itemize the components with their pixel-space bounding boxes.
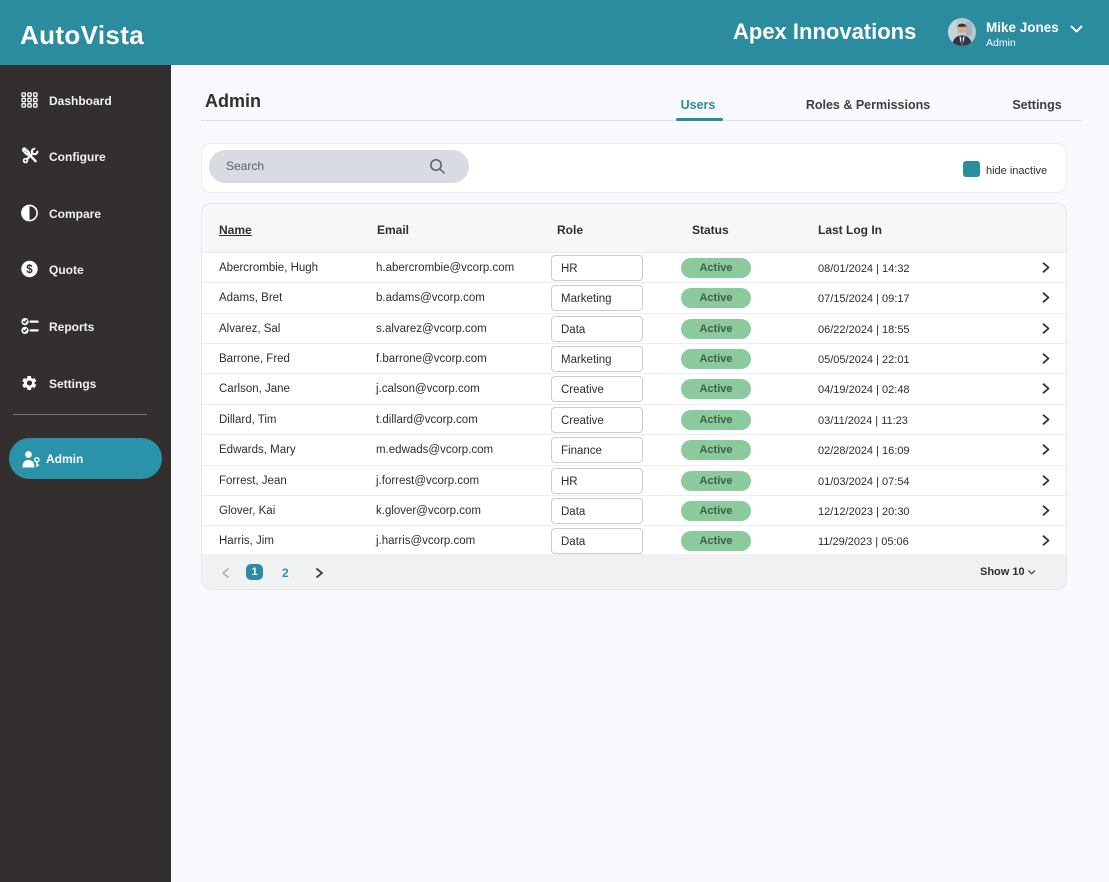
svg-text:$: $ [26,264,33,276]
